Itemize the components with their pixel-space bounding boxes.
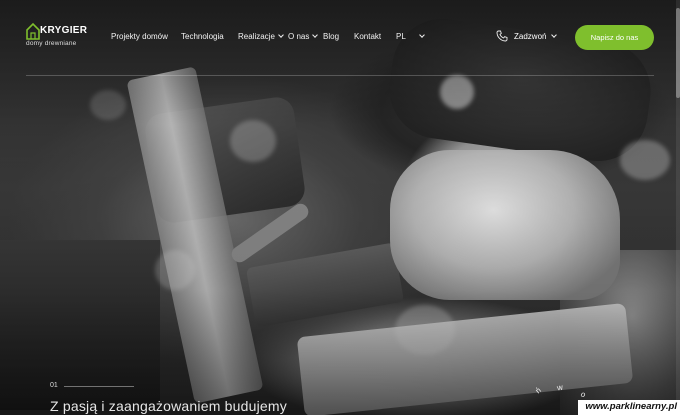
house-logo-icon	[26, 22, 40, 40]
logo-subtitle: domy drewniane	[26, 40, 77, 47]
logo-name: KRYGIER	[40, 25, 88, 36]
contact-us-label: Napisz do nas	[590, 33, 639, 42]
circle-letter: o	[579, 389, 588, 400]
nav-item-label: O nas	[288, 32, 310, 41]
call-label: Zadzwoń	[514, 32, 547, 41]
nav-item-label: Blog	[323, 32, 340, 41]
nav-item-label: Realizacje	[238, 32, 275, 41]
language-switcher[interactable]: PL	[396, 32, 425, 41]
nav-item-projekty-domow[interactable]: Projekty domów	[111, 32, 168, 41]
hero-tagline: Z pasją i zaangażowaniem budujemy	[50, 398, 287, 414]
logo[interactable]: KRYGIER domy drewniane	[26, 22, 88, 50]
nav-item-label: Projekty domów	[111, 32, 168, 41]
slide-number: 01	[50, 382, 58, 389]
slide-indicator-line	[64, 386, 134, 387]
chevron-down-icon	[551, 32, 557, 38]
watermark-text: www.parklinearny.pl	[585, 401, 677, 412]
scrollbar-thumb[interactable]	[676, 8, 680, 98]
language-label: PL	[396, 32, 406, 41]
circle-letter: w	[556, 382, 564, 393]
contact-us-button[interactable]: Napisz do nas	[575, 25, 654, 50]
nav-item-blog[interactable]: Blog	[323, 32, 339, 41]
site-header: KRYGIER domy drewniane Projekty domów Te…	[0, 0, 680, 76]
nav-item-label: Kontakt	[354, 32, 382, 41]
nav-item-realizacje[interactable]: Realizacje	[238, 32, 284, 41]
watermark: www.parklinearny.pl	[578, 400, 680, 415]
phone-icon	[496, 30, 508, 42]
nav-item-technologia[interactable]: Technologia	[181, 32, 224, 41]
header-divider	[26, 75, 654, 76]
chevron-down-icon	[278, 32, 284, 38]
nav-item-o-nas[interactable]: O nas	[288, 32, 319, 41]
nav-item-kontakt[interactable]: Kontakt	[354, 32, 381, 41]
circle-letter: ń	[533, 385, 543, 396]
chevron-down-icon	[418, 32, 425, 38]
nav-item-label: Technologia	[181, 32, 224, 41]
chevron-down-icon	[312, 32, 319, 38]
